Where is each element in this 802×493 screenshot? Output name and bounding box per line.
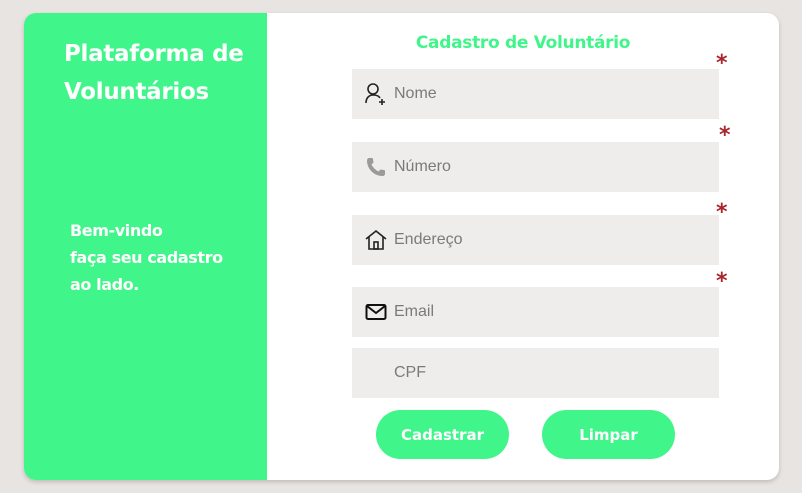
welcome-text: Bem-vindo faça seu cadastro ao lado. [70, 217, 265, 298]
name-field-wrapper [352, 69, 719, 119]
form-title: Cadastro de Voluntário [415, 33, 631, 53]
user-add-icon [352, 69, 394, 119]
required-marker-phone: * [719, 123, 731, 148]
clear-button[interactable]: Limpar [542, 410, 675, 459]
platform-title: Plataforma de Voluntários [64, 35, 264, 111]
sidebar-panel: Plataforma de Voluntários Bem-vindo faça… [24, 13, 267, 480]
platform-title-line2: Voluntários [64, 79, 209, 105]
phone-icon [352, 142, 394, 192]
cpf-input[interactable] [394, 358, 694, 388]
welcome-line1: Bem-vindo [70, 221, 163, 240]
signup-card: Plataforma de Voluntários Bem-vindo faça… [24, 13, 779, 480]
register-button[interactable]: Cadastrar [376, 410, 509, 459]
email-input[interactable] [394, 297, 694, 327]
platform-title-line1: Plataforma de [64, 41, 244, 67]
phone-input[interactable] [394, 152, 694, 182]
email-field-wrapper [352, 287, 719, 337]
welcome-line3: ao lado. [70, 275, 139, 294]
home-icon [352, 215, 394, 265]
mail-icon [352, 287, 394, 337]
welcome-line2: faça seu cadastro [70, 248, 223, 267]
address-input[interactable] [394, 225, 694, 255]
address-field-wrapper [352, 215, 719, 265]
phone-field-wrapper [352, 142, 719, 192]
name-input[interactable] [394, 79, 694, 109]
cpf-field-wrapper [352, 348, 719, 398]
